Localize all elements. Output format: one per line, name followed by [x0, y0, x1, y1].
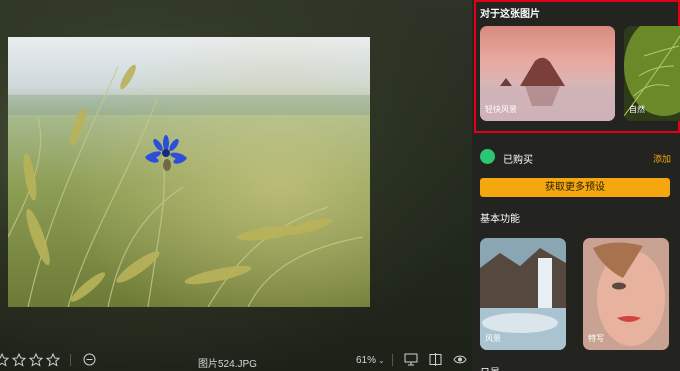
basic-section-title: 基本功能	[480, 214, 520, 225]
add-link[interactable]: 添加	[653, 152, 671, 165]
preset-card-nature[interactable]: 自然	[624, 26, 680, 121]
main-photo[interactable]	[8, 37, 370, 307]
compare-icon[interactable]	[404, 353, 418, 366]
viewer-toolbar: 图片524.JPG 61% ⌄	[0, 350, 472, 371]
image-viewer: 图片524.JPG 61% ⌄	[0, 0, 472, 371]
about-photo-title: 对于这张图片	[480, 9, 540, 20]
presets-panel: 对于这张图片 轻快风景 自然 已购买 添加 获取更多预设 基本功能 风景 特写	[472, 0, 680, 371]
split-view-icon[interactable]	[429, 353, 442, 366]
preset-card-closeup[interactable]: 特写	[583, 238, 669, 350]
wheat-field-photo	[8, 37, 370, 307]
file-name: 图片524.JPG	[198, 359, 257, 370]
next-section-title: 日景	[480, 364, 510, 371]
purchased-icon	[480, 149, 495, 164]
chevron-down-icon: ⌄	[378, 356, 385, 365]
reject-icon[interactable]	[83, 353, 96, 366]
purchased-label: 已购买	[503, 155, 533, 166]
star-icon[interactable]	[0, 353, 9, 367]
get-more-presets-button[interactable]: 获取更多预设	[480, 178, 670, 197]
toolbar-divider	[70, 354, 71, 366]
preset-card-label: 轻快风景	[485, 105, 517, 114]
preset-card-landscape[interactable]: 风景	[480, 238, 566, 350]
zoom-level-dropdown[interactable]: 61% ⌄	[356, 355, 385, 366]
star-icon[interactable]	[29, 353, 43, 367]
star-icon[interactable]	[46, 353, 60, 367]
preset-card-label: 特写	[588, 334, 604, 343]
preset-card-label: 风景	[485, 334, 501, 343]
preset-card-label: 自然	[629, 105, 645, 114]
star-icon[interactable]	[12, 353, 26, 367]
toolbar-divider	[392, 354, 393, 366]
zoom-level: 61%	[356, 355, 377, 366]
preset-card-light-landscape[interactable]: 轻快风景	[480, 26, 615, 121]
eye-icon[interactable]	[453, 353, 467, 366]
